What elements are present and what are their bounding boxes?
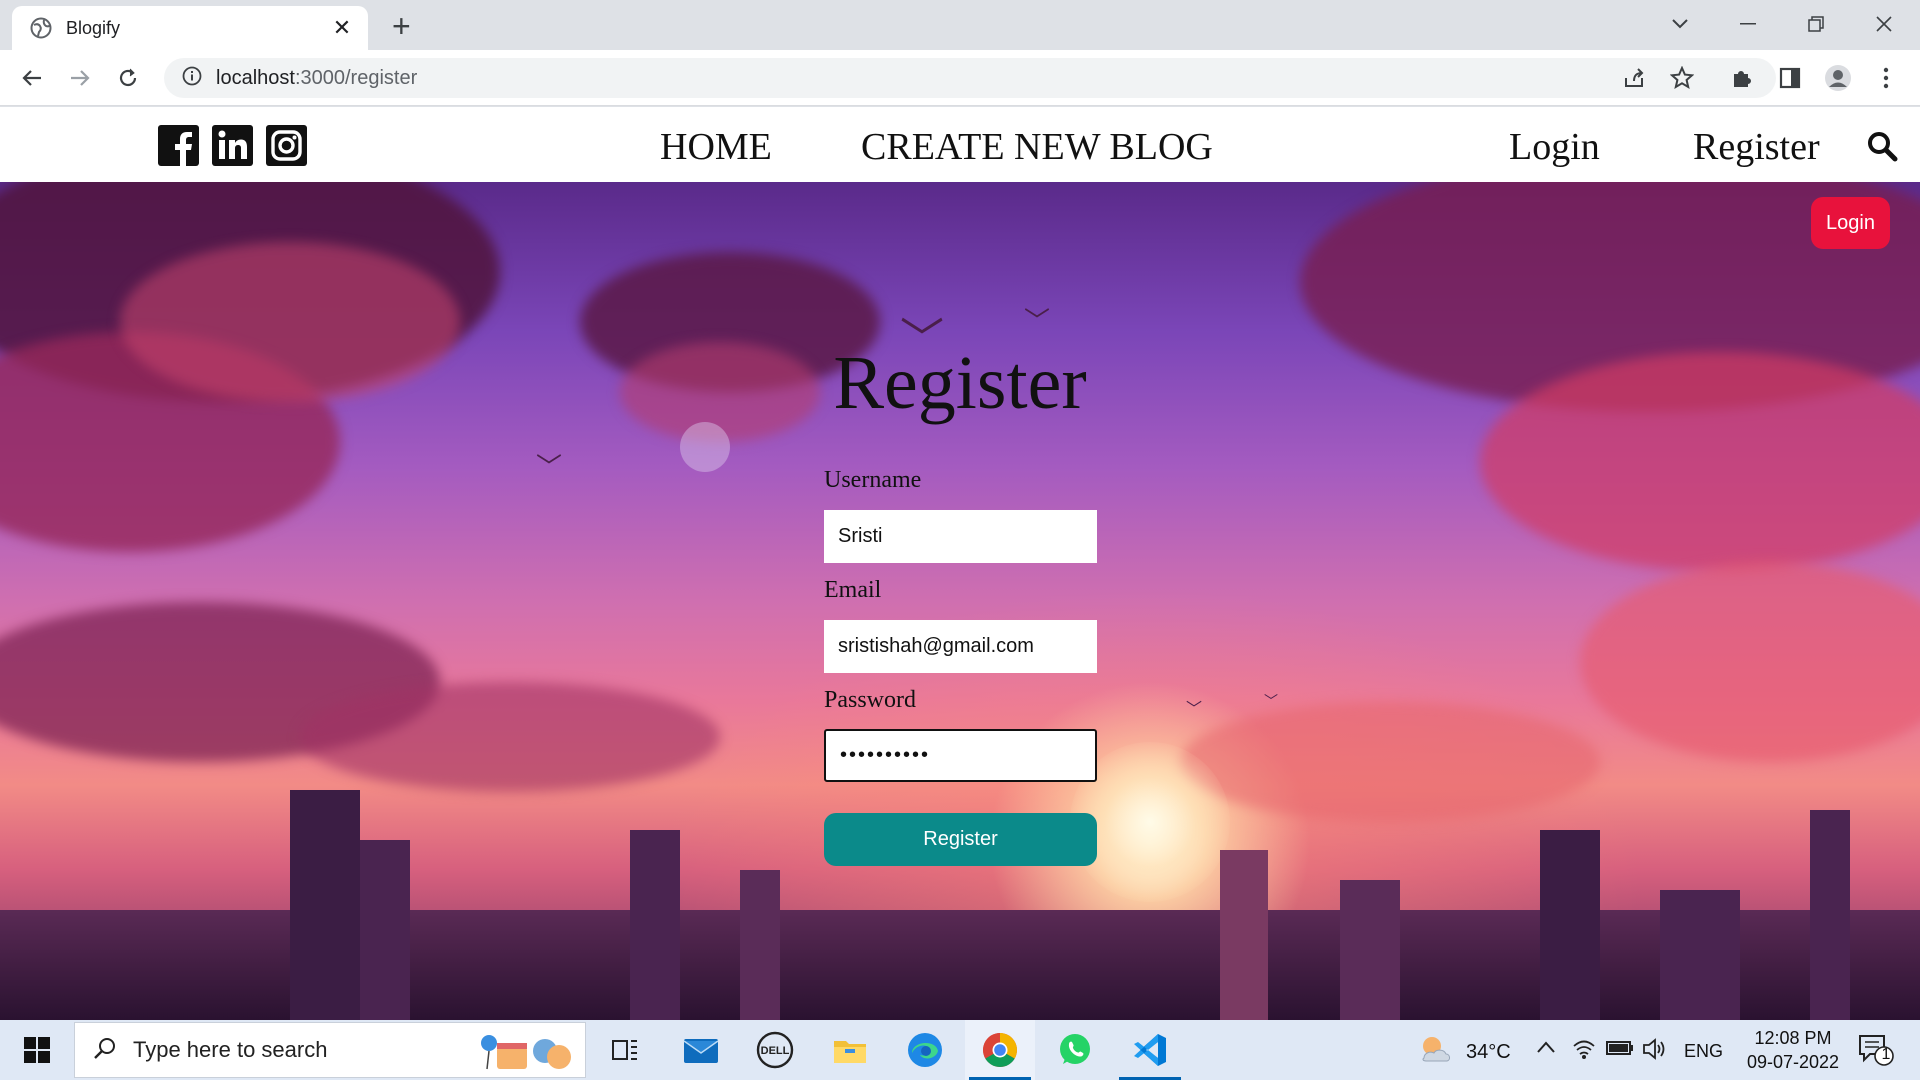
search-icon[interactable] [1866,130,1898,162]
svg-text:DELL: DELL [761,1045,790,1057]
password-label: Password [824,687,917,713]
building [740,870,780,1020]
username-input[interactable] [824,510,1097,563]
nav-register-link[interactable]: Register [1693,125,1820,169]
browser-toolbar: localhost:3000/register [0,50,1920,106]
file-explorer-icon[interactable] [815,1020,885,1080]
bird: ﹀ [1264,693,1278,709]
nav-home-link[interactable]: HOME [660,125,772,169]
tab-title: Blogify [66,17,121,38]
cloud [1180,702,1600,822]
windows-taskbar: Type here to search DELL 34°C ENG 12:08 … [0,1020,1920,1080]
back-icon[interactable] [16,62,48,94]
notification-count: 1 [1881,1046,1891,1063]
globe-icon [30,17,52,39]
linkedin-icon[interactable] [212,125,253,166]
share-icon[interactable] [1620,64,1648,92]
search-icon [93,1036,117,1065]
volume-icon[interactable] [1642,1037,1668,1066]
browser-tab-strip: Blogify ✕ + [0,0,1920,50]
bird: ﹀ [536,452,563,482]
new-tab-button[interactable]: + [392,10,411,42]
cloud [1580,562,1920,762]
search-highlight-icon [475,1029,575,1078]
chrome-browser-icon[interactable] [965,1020,1035,1080]
city-skyline [0,910,1920,1020]
bookmark-star-icon[interactable] [1668,64,1696,92]
browser-tab[interactable]: Blogify ✕ [12,6,368,50]
building [1340,880,1400,1020]
vscode-icon[interactable] [1115,1020,1185,1080]
chevron-up-icon[interactable] [1536,1040,1556,1059]
building [1660,890,1740,1020]
minimize-icon[interactable] [1718,6,1778,42]
forward-icon[interactable] [64,62,96,94]
mail-icon[interactable] [666,1020,736,1080]
profile-avatar-icon[interactable] [1824,64,1852,92]
building [1810,810,1850,1020]
edge-browser-icon[interactable] [890,1020,960,1080]
hero-background: ﹀ ﹀ ﹀ ﹀ ﹀ [0,182,1920,1020]
url-text: localhost:3000/register [216,67,417,90]
cloud [1480,352,1920,572]
nav-create-blog-link[interactable]: CREATE NEW BLOG [861,125,1213,169]
corner-login-button[interactable]: Login [1811,197,1890,249]
tab-close-icon[interactable]: ✕ [330,15,354,41]
building [630,830,680,1020]
search-placeholder: Type here to search [133,1037,328,1062]
building [360,840,410,1020]
site-header: HOME CREATE NEW BLOG Login Register [0,107,1920,182]
windows-start-icon[interactable] [2,1020,72,1080]
building [1540,830,1600,1020]
bird: ﹀ [1024,306,1051,336]
reload-icon[interactable] [112,62,144,94]
register-title: Register [833,341,1087,425]
register-submit-button[interactable]: Register [824,813,1097,866]
cloud [120,242,460,402]
username-label: Username [824,467,922,493]
cloud [300,682,720,792]
address-bar[interactable]: localhost:3000/register [164,58,1776,98]
battery-icon[interactable] [1606,1040,1634,1061]
restore-icon[interactable] [1786,6,1846,42]
moon [680,422,730,472]
url-path: :3000/register [294,66,418,89]
building [1220,850,1268,1020]
clock-date[interactable]: 09-07-2022 [1738,1052,1848,1073]
url-host: localhost [216,66,295,89]
browser-menu-icon[interactable] [1872,64,1900,92]
clock-time[interactable]: 12:08 PM [1748,1028,1838,1049]
dell-icon[interactable]: DELL [740,1020,810,1080]
close-window-icon[interactable] [1854,6,1914,42]
instagram-icon[interactable] [266,125,307,166]
task-view-icon[interactable] [590,1020,660,1080]
language-indicator[interactable]: ENG [1684,1041,1723,1062]
site-info-icon[interactable] [182,66,202,91]
email-input[interactable] [824,620,1097,673]
email-label: Email [824,577,882,603]
weather-temperature[interactable]: 34°C [1466,1041,1511,1064]
weather-icon[interactable] [1418,1034,1452,1069]
facebook-icon[interactable] [158,125,199,166]
bird: ﹀ [1186,701,1203,718]
building [290,790,360,1020]
wifi-icon[interactable] [1572,1038,1596,1065]
tab-search-icon[interactable] [1650,6,1710,42]
side-panel-icon[interactable] [1776,64,1804,92]
extensions-puzzle-icon[interactable] [1728,64,1756,92]
taskbar-search-box[interactable]: Type here to search [74,1022,586,1078]
password-input[interactable] [824,729,1097,782]
whatsapp-icon[interactable] [1040,1020,1110,1080]
nav-login-link[interactable]: Login [1509,125,1600,169]
